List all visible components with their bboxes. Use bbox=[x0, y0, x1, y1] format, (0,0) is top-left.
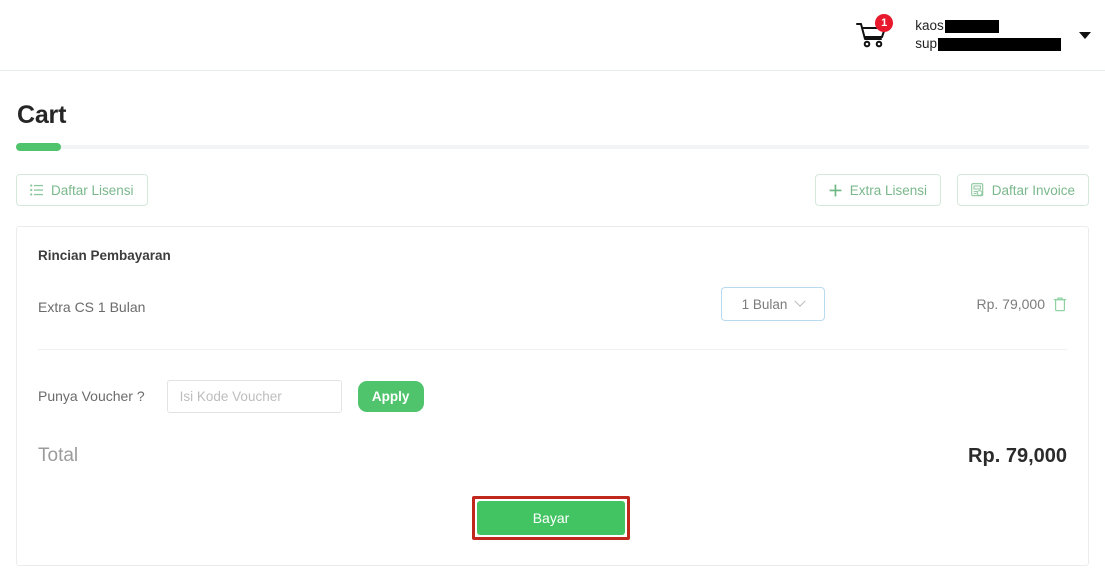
user-email-text: sup bbox=[915, 36, 937, 51]
daftar-invoice-label: Daftar Invoice bbox=[991, 182, 1075, 198]
user-account-block[interactable]: kaos sup bbox=[915, 17, 1067, 53]
invoice-icon bbox=[970, 183, 984, 197]
cart-item-price-group: Rp. 79,000 bbox=[977, 296, 1068, 312]
pay-button-highlight: Bayar bbox=[472, 496, 630, 540]
voucher-row: Punya Voucher ? Apply bbox=[38, 379, 424, 413]
top-navigation-bar: 1 kaos sup bbox=[0, 0, 1105, 71]
duration-select[interactable]: 1 Bulan bbox=[721, 287, 825, 321]
user-email-line: sup bbox=[915, 35, 1061, 53]
redaction-bar-email bbox=[938, 37, 1061, 51]
daftar-invoice-button[interactable]: Daftar Invoice bbox=[956, 174, 1089, 206]
plus-icon bbox=[829, 184, 842, 197]
daftar-lisensi-label: Daftar Lisensi bbox=[51, 182, 134, 198]
card-divider bbox=[38, 349, 1067, 350]
total-label: Total bbox=[38, 445, 79, 466]
duration-select-value: 1 Bulan bbox=[741, 296, 788, 312]
pay-button[interactable]: Bayar bbox=[477, 501, 625, 535]
caret-down-icon[interactable] bbox=[1079, 31, 1091, 39]
voucher-input[interactable] bbox=[166, 379, 342, 413]
list-icon bbox=[30, 184, 43, 196]
user-name-text: kaos bbox=[915, 18, 944, 33]
progress-bar-fill bbox=[16, 143, 61, 151]
cart-item-name: Extra CS 1 Bulan bbox=[38, 299, 146, 315]
topbar-right-cluster: 1 kaos sup bbox=[849, 0, 1097, 70]
cart-badge-count: 1 bbox=[875, 14, 894, 32]
chevron-down-icon bbox=[794, 295, 807, 307]
total-value: Rp. 79,000 bbox=[968, 445, 1067, 467]
payment-details-card: Rincian Pembayaran Extra CS 1 Bulan 1 Bu… bbox=[16, 226, 1089, 566]
voucher-label: Punya Voucher ? bbox=[38, 388, 145, 404]
extra-lisensi-label: Extra Lisensi bbox=[849, 182, 927, 198]
page-title: Cart bbox=[17, 101, 67, 129]
redaction-bar-name bbox=[944, 19, 999, 33]
action-button-row: Daftar Lisensi Extra Lisensi Daftar Invo… bbox=[16, 174, 1089, 206]
apply-voucher-button[interactable]: Apply bbox=[357, 380, 424, 412]
user-name-line: kaos bbox=[915, 17, 1061, 35]
total-row: Total Rp. 79,000 bbox=[38, 445, 1067, 473]
daftar-lisensi-button[interactable]: Daftar Lisensi bbox=[16, 174, 148, 206]
cart-item-price: Rp. 79,000 bbox=[976, 296, 1046, 312]
trash-icon[interactable] bbox=[1053, 296, 1067, 312]
cart-item-row: Extra CS 1 Bulan 1 Bulan Rp. 79,000 bbox=[38, 287, 1067, 331]
cart-button[interactable]: 1 bbox=[849, 13, 895, 57]
card-title: Rincian Pembayaran bbox=[38, 248, 171, 263]
extra-lisensi-button[interactable]: Extra Lisensi bbox=[814, 174, 941, 206]
progress-bar-track bbox=[16, 143, 1089, 151]
